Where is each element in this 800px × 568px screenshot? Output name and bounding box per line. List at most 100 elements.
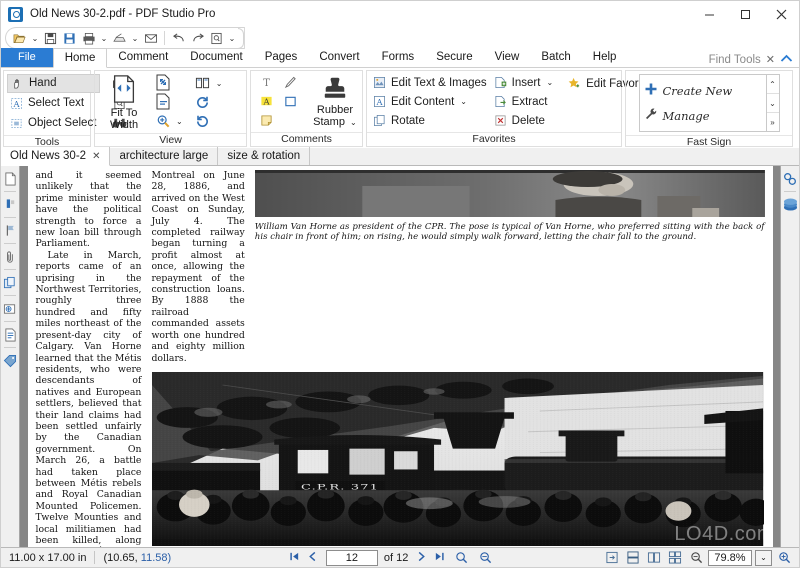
minimize-button[interactable] [691, 1, 727, 27]
rubber-stamp-button[interactable]: Rubber Stamp ⌄ [311, 75, 359, 129]
facing-continuous-view-icon[interactable] [666, 550, 684, 566]
export-dropdown-caret-icon[interactable]: ⌄ [129, 28, 141, 48]
view-mode-and-zoom: 79.8% ⌄ [603, 550, 799, 566]
fit-to-width-button[interactable]: Fit To Width [98, 74, 150, 131]
highlight-text-icon[interactable]: A [255, 92, 277, 112]
document-viewport[interactable]: and it seemed unlikely that the prime mi… [20, 166, 780, 547]
rubber-stamp-caret-icon[interactable]: ⌄ [350, 118, 357, 127]
tab-batch[interactable]: Batch [530, 48, 581, 67]
page-layout-caret-icon[interactable]: ⌄ [216, 79, 223, 88]
doc-tab-close-icon[interactable]: ✕ [92, 148, 100, 165]
print-dropdown-caret-icon[interactable]: ⌄ [98, 28, 110, 48]
tool-hand[interactable]: Hand [7, 74, 100, 93]
links-chain-icon[interactable] [782, 170, 799, 187]
fast-sign-list: Create New Manage [639, 74, 767, 132]
scroll-down-icon[interactable]: ⌄ [767, 94, 779, 113]
continuous-scroll-view-icon[interactable] [624, 550, 642, 566]
open-file-icon[interactable] [10, 28, 29, 48]
favorite-rotate[interactable]: Rotate [370, 111, 491, 130]
zoom-out-magnifier-icon[interactable] [452, 550, 470, 566]
tab-home[interactable]: Home [53, 48, 108, 68]
doc-tab-size-rotation[interactable]: size & rotation [218, 147, 310, 165]
page-layout-icon[interactable] [192, 73, 214, 93]
print-icon[interactable] [79, 28, 98, 48]
facing-pages-view-icon[interactable] [645, 550, 663, 566]
favorite-edit-content[interactable]: A Edit Content ⌄ [370, 92, 491, 111]
signatures-flag-icon[interactable] [2, 222, 19, 239]
scroll-expand-icon[interactable]: » [767, 113, 779, 131]
more-caret-icon[interactable]: ⌄ [226, 28, 238, 48]
tab-comment[interactable]: Comment [107, 48, 179, 67]
rotate-clockwise-icon[interactable] [192, 112, 214, 131]
favorite-extract[interactable]: Extract [491, 92, 557, 111]
zoom-dropdown-button[interactable]: ⌄ [755, 550, 772, 566]
zoom-increase-icon[interactable] [775, 550, 793, 566]
zoom-dropdown-caret-icon[interactable]: ⌄ [176, 117, 183, 126]
redo-icon[interactable] [188, 28, 207, 48]
rectangle-annotation-icon[interactable] [279, 92, 301, 112]
export-icon[interactable] [110, 28, 129, 48]
save-as-icon[interactable] [60, 28, 79, 48]
tab-view[interactable]: View [484, 48, 531, 67]
single-page-view-icon[interactable] [603, 550, 621, 566]
sticky-note-icon[interactable] [255, 111, 277, 131]
close-button[interactable] [763, 1, 799, 27]
first-page-button[interactable] [288, 551, 301, 565]
page-number-input[interactable]: 12 [326, 550, 378, 566]
tab-forms[interactable]: Forms [371, 48, 426, 67]
fast-sign-create-new-label: Create New [663, 84, 733, 98]
stamps-icon[interactable] [2, 300, 19, 317]
content-icon[interactable] [2, 326, 19, 343]
previous-page-button[interactable] [307, 551, 320, 565]
rotate-counterclockwise-icon[interactable] [192, 93, 214, 112]
zoom-in-magnifier-icon[interactable] [476, 550, 494, 566]
last-page-button[interactable] [433, 551, 446, 565]
tab-convert[interactable]: Convert [308, 48, 370, 67]
doc-tab-old-news[interactable]: Old News 30-2 ✕ [1, 147, 110, 166]
status-bar: 11.00 x 17.00 in (10.65, 11.58) 12 of 12 [1, 547, 799, 567]
favorite-insert[interactable]: Insert ⌄ [491, 73, 557, 92]
pages-thumbnail-icon[interactable] [2, 170, 19, 187]
attachments-paperclip-icon[interactable] [2, 248, 19, 265]
insert-caret-icon[interactable]: ⌄ [546, 78, 553, 87]
zoom-level-input[interactable]: 79.8% [708, 550, 752, 566]
tab-file[interactable]: File [1, 48, 53, 67]
bookmarks-icon[interactable] [2, 196, 19, 213]
find-tools-input[interactable]: Find Tools [709, 54, 761, 66]
tab-secure[interactable]: Secure [425, 48, 483, 67]
layers-icon[interactable] [2, 274, 19, 291]
email-icon[interactable] [141, 28, 160, 48]
fast-sign-scrollbar[interactable]: ⌃ ⌄ » [767, 74, 780, 132]
zoom-decrease-icon[interactable] [687, 550, 705, 566]
tab-document[interactable]: Document [179, 48, 253, 67]
scroll-up-icon[interactable]: ⌃ [767, 75, 779, 94]
fit-page-icon[interactable] [152, 73, 174, 92]
fast-sign-create-new[interactable]: Create New [644, 82, 762, 99]
text-annotation-icon[interactable]: T [255, 73, 277, 93]
tags-icon[interactable] [2, 352, 19, 369]
tab-help[interactable]: Help [582, 48, 628, 67]
comments-stack-icon[interactable] [782, 196, 799, 213]
save-icon[interactable] [41, 28, 60, 48]
search-page-icon[interactable] [207, 28, 226, 48]
find-tools-clear-icon[interactable]: ✕ [766, 53, 775, 66]
pencil-markup-icon[interactable] [279, 73, 301, 93]
tool-object-select[interactable]: Object Select [7, 114, 100, 133]
fast-sign-manage[interactable]: Manage [644, 107, 762, 124]
doc-tab-architecture-large[interactable]: architecture large [110, 147, 218, 165]
insert-pages-icon [493, 75, 508, 90]
rail-divider-6 [4, 321, 16, 322]
undo-icon[interactable] [169, 28, 188, 48]
fit-actual-size-icon[interactable] [152, 92, 174, 111]
edit-content-caret-icon[interactable]: ⌄ [460, 97, 467, 106]
main-area: and it seemed unlikely that the prime mi… [1, 166, 799, 547]
ribbon-collapse-icon[interactable] [780, 54, 793, 66]
open-dropdown-caret-icon[interactable]: ⌄ [29, 28, 41, 48]
zoom-in-icon[interactable] [152, 111, 174, 131]
tab-pages[interactable]: Pages [254, 48, 309, 67]
favorite-edit-text-images[interactable]: Edit Text & Images [370, 73, 491, 92]
favorite-delete[interactable]: Delete [491, 111, 557, 130]
next-page-button[interactable] [414, 551, 427, 565]
maximize-button[interactable] [727, 1, 763, 27]
tool-select-text[interactable]: A Select Text [7, 94, 100, 113]
